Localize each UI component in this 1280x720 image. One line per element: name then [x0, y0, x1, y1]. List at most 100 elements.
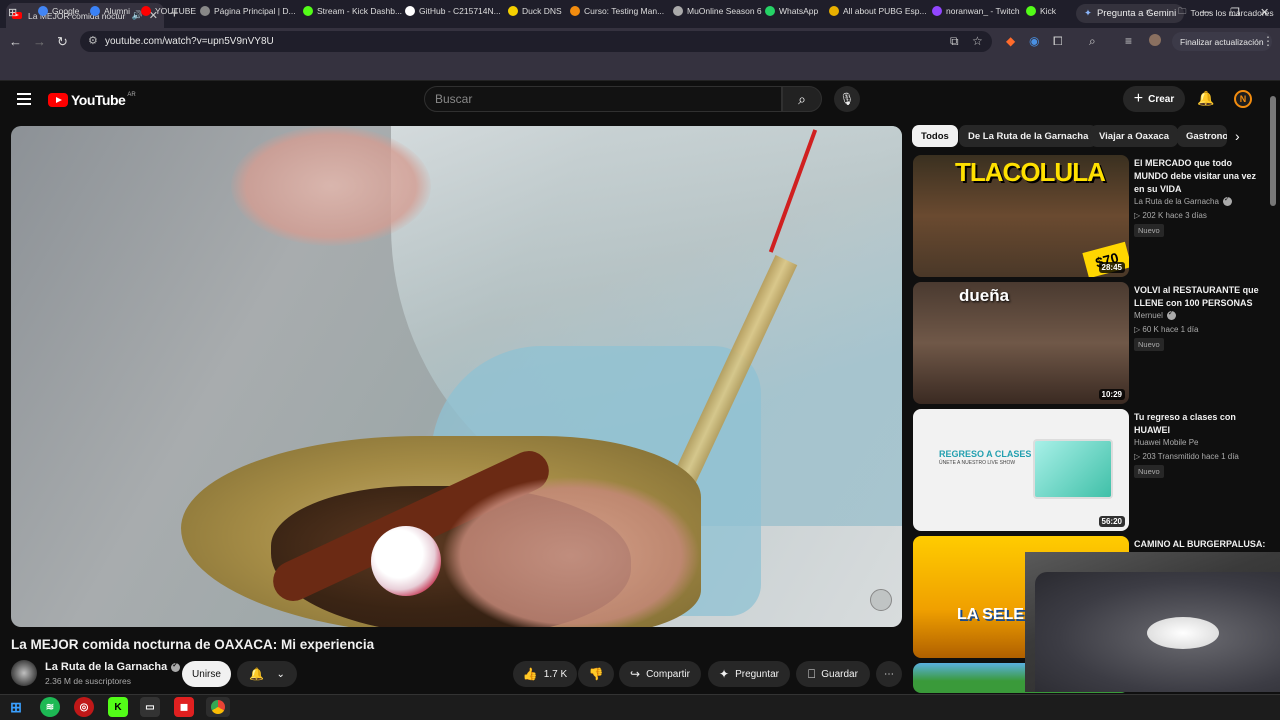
bookmark-item[interactable]: YOUTUBE [141, 6, 196, 16]
twitch-icon [932, 6, 942, 16]
save-button[interactable]: ⎕ Guardar [796, 661, 870, 687]
bookmark-item[interactable]: WhatsApp [765, 6, 818, 16]
cast-icon[interactable]: ⧉ [950, 34, 959, 49]
update-button[interactable]: Finalizar actualización [1172, 32, 1272, 51]
chip-gastronomia[interactable]: Gastrono [1177, 125, 1227, 147]
account-avatar[interactable]: N [1234, 90, 1252, 108]
bookmark-item[interactable]: MuOnline Season 6 [673, 6, 762, 16]
video-player[interactable] [11, 126, 902, 627]
recommendation-item[interactable]: TLACOLULA $70 28:45 El MERCADO que todo … [913, 155, 1273, 277]
thumbnail-text: LA SELE [957, 606, 1024, 623]
notifications-bell-icon[interactable]: 🔔 [1197, 90, 1214, 107]
recommendation-item[interactable]: REGRESO A CLASES ÚNETE A NUESTRO LIVE SH… [913, 409, 1273, 531]
thumbnail-text: REGRESO A CLASES [939, 449, 1032, 459]
thumbnail-text: dueña [959, 286, 1010, 305]
menu-hamburger-icon[interactable] [17, 93, 31, 105]
chevron-down-icon: ⌄ [276, 668, 285, 680]
extension-audio-icon[interactable]: ◉ [1029, 34, 1039, 48]
subscription-bell-button[interactable]: 🔔 ⌄ [237, 661, 297, 687]
dislike-button[interactable]: 👎 [578, 661, 614, 687]
bookmark-item[interactable]: Duck DNS [508, 6, 562, 16]
bookmark-item[interactable]: Google [38, 6, 79, 16]
reload-button[interactable]: ↻ [57, 34, 68, 50]
channel-label: La Ruta de la Garnacha [1134, 197, 1219, 206]
video-duration: 10:29 [1098, 389, 1125, 400]
forward-button[interactable]: → [33, 34, 46, 49]
bookmark-label: GitHub - C215714N... [419, 6, 501, 16]
channel-avatar[interactable] [11, 660, 37, 686]
spotify-icon[interactable]: ≋ [40, 697, 60, 717]
video-frame-hand-blur [441, 476, 701, 627]
channel-label: Huawei Mobile Pe [1134, 438, 1199, 447]
recommendation-channel[interactable]: Mernuel [1134, 309, 1176, 320]
bookmark-item[interactable]: Curso: Testing Man... [570, 6, 664, 16]
bookmark-item[interactable]: GitHub - C215714N... [405, 6, 501, 16]
like-button[interactable]: 👍 1.7 K [513, 661, 577, 687]
like-count: 1.7 K [543, 668, 568, 680]
chip-ruta-garnacha[interactable]: De La Ruta de la Garnacha [959, 125, 1098, 147]
recommendation-title[interactable]: Tu regreso a clases con HUAWEI [1134, 411, 1266, 437]
meta-text: 202 K hace 3 días [1142, 211, 1207, 220]
chip-todos[interactable]: Todos [912, 125, 958, 147]
chrome-icon[interactable] [206, 697, 230, 717]
media-control-icon[interactable]: ≡ [1125, 34, 1132, 48]
recommendation-title[interactable]: CAMINO AL BURGERPALUSA: [1134, 538, 1266, 551]
bookmark-item[interactable]: noranwan_ - Twitch [932, 6, 1020, 16]
more-bookmarks-icon[interactable]: » [1146, 6, 1151, 16]
extension-fox-icon[interactable]: ◆ [1006, 34, 1015, 48]
all-bookmarks-folder[interactable]: 🗀 Todos los marcadores [1178, 6, 1274, 20]
bookmark-item[interactable]: Página Principal | D... [200, 6, 296, 16]
gemini-button[interactable]: ✦ Pregunta a Gemini [1076, 4, 1185, 23]
apps-grid-icon[interactable]: ⊞ [8, 6, 17, 19]
back-button[interactable]: ← [9, 34, 22, 49]
bookmark-item[interactable]: All about PUBG Esp... [829, 6, 927, 16]
kick-icon[interactable]: K [108, 697, 128, 717]
chip-viajar-oaxaca[interactable]: Viajar a Oaxaca [1090, 125, 1179, 147]
youtube-icon [141, 6, 151, 16]
tablet-image [1033, 439, 1113, 499]
new-badge: Nuevo [1134, 465, 1164, 478]
channel-name-label: La Ruta de la Garnacha [45, 661, 168, 673]
app-red-icon[interactable]: ◼ [174, 697, 194, 717]
profile-avatar-icon[interactable] [1149, 34, 1161, 46]
search-input[interactable] [435, 92, 765, 106]
bookmarks-bar [0, 55, 1280, 81]
recommendation-title[interactable]: VOLVI al RESTAURANTE que LLENE con 100 P… [1134, 284, 1266, 310]
video-thumbnail[interactable]: TLACOLULA $70 28:45 [913, 155, 1129, 277]
recommendation-item[interactable]: dueña 10:29 VOLVI al RESTAURANTE que LLE… [913, 282, 1273, 404]
channel-watermark-icon[interactable] [870, 589, 892, 611]
share-button[interactable]: ↪ Compartir [619, 661, 701, 687]
page-scrollbar[interactable] [1270, 96, 1276, 206]
join-button[interactable]: Unirse [182, 661, 231, 687]
site-info-icon[interactable]: ⚙ [88, 34, 98, 47]
chrome-menu-icon[interactable]: ⋮ [1262, 34, 1274, 48]
gemini-label: Pregunta a Gemini [1096, 8, 1177, 19]
recommendation-channel[interactable]: Huawei Mobile Pe [1134, 438, 1198, 447]
mouse-image [1147, 617, 1219, 649]
video-thumbnail[interactable]: dueña 10:29 [913, 282, 1129, 404]
extensions-puzzle-icon[interactable]: ⧠ [1053, 34, 1063, 49]
voice-search-button[interactable]: 🎙 [834, 86, 860, 112]
address-bar[interactable]: ⚙ youtube.com/watch?v=upn5V9nVY8U [80, 31, 992, 52]
sa-icon [200, 6, 210, 16]
channel-name[interactable]: La Ruta de la Garnacha [45, 661, 181, 673]
tab-search-icon[interactable]: ⌕ [1089, 34, 1096, 49]
chevron-right-icon[interactable]: › [1235, 128, 1240, 144]
bookmark-item[interactable]: Kick [1026, 6, 1056, 16]
windows-start-icon[interactable]: ⊞ [6, 697, 26, 717]
terminal-icon[interactable]: ▭ [140, 697, 160, 717]
youtube-logo[interactable]: YouTube AR [48, 92, 136, 108]
search-button[interactable]: ⌕ [782, 86, 822, 112]
bookmark-item[interactable]: Stream - Kick Dashb... [303, 6, 402, 16]
ask-button[interactable]: ✦ Preguntar [708, 661, 790, 687]
bookmark-label: noranwan_ - Twitch [946, 6, 1020, 16]
recommendation-channel[interactable]: La Ruta de la Garnacha [1134, 195, 1232, 206]
more-actions-button[interactable]: ⋯ [876, 661, 902, 687]
recommendation-title[interactable]: El MERCADO que todo MUNDO debe visitar u… [1134, 157, 1266, 196]
bookmark-star-icon[interactable]: ☆ [972, 34, 983, 48]
bookmark-item[interactable]: Alumni [90, 6, 130, 16]
bookmark-label: Duck DNS [522, 6, 562, 16]
create-button[interactable]: + Crear [1123, 86, 1185, 112]
video-thumbnail[interactable]: REGRESO A CLASES ÚNETE A NUESTRO LIVE SH… [913, 409, 1129, 531]
opera-icon[interactable]: ◎ [74, 697, 94, 717]
